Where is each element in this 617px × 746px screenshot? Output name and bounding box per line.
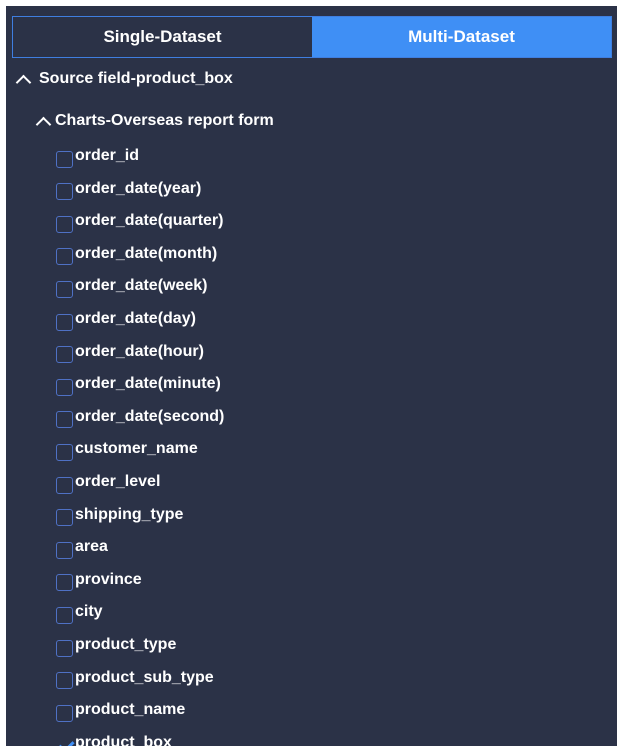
field-checkbox[interactable] bbox=[56, 639, 73, 657]
field-item[interactable]: order_date(year) bbox=[56, 176, 201, 202]
field-checkbox[interactable] bbox=[56, 378, 73, 396]
field-checkbox[interactable] bbox=[56, 313, 73, 331]
field-item[interactable]: shipping_type bbox=[56, 502, 183, 528]
field-label: order_date(year) bbox=[75, 179, 202, 197]
field-label: order_date(day) bbox=[75, 310, 196, 327]
field-item[interactable]: order_date(month) bbox=[56, 241, 217, 267]
field-checkbox[interactable] bbox=[56, 672, 73, 690]
field-label: order_date(month) bbox=[75, 244, 218, 262]
field-item[interactable]: order_id bbox=[56, 143, 139, 169]
field-item[interactable]: order_date(day) bbox=[56, 306, 196, 332]
field-item[interactable]: city bbox=[56, 599, 103, 625]
field-checkbox[interactable] bbox=[56, 280, 73, 298]
tree-group-charts[interactable]: Charts-Overseas report form bbox=[35, 112, 274, 132]
field-label: order_level bbox=[75, 473, 161, 490]
field-item[interactable]: area bbox=[56, 534, 108, 560]
field-checkbox[interactable] bbox=[56, 346, 73, 364]
tree-group-label: Charts-Overseas report form bbox=[55, 112, 274, 129]
tab-single-dataset[interactable]: Single-Dataset bbox=[13, 17, 312, 57]
tab-multi-dataset[interactable]: Multi-Dataset bbox=[312, 17, 611, 57]
field-item[interactable]: order_date(minute) bbox=[56, 371, 221, 397]
field-checkbox[interactable] bbox=[56, 443, 73, 461]
field-checkbox[interactable] bbox=[56, 606, 73, 624]
field-checkbox[interactable] bbox=[56, 541, 73, 559]
field-checkbox[interactable] bbox=[56, 737, 73, 746]
field-checkbox[interactable] bbox=[56, 574, 73, 592]
field-item[interactable]: order_date(quarter) bbox=[56, 208, 223, 234]
field-item[interactable]: product_type bbox=[56, 632, 176, 658]
field-label: area bbox=[75, 538, 108, 556]
field-label: order_date(hour) bbox=[75, 342, 204, 360]
field-label: customer_name bbox=[75, 440, 198, 458]
field-checkbox[interactable] bbox=[56, 150, 73, 168]
chevron-up-icon[interactable] bbox=[35, 116, 52, 132]
field-item[interactable]: product_box bbox=[56, 730, 172, 746]
field-item[interactable]: customer_name bbox=[56, 436, 198, 462]
field-label: order_date(quarter) bbox=[75, 212, 224, 230]
field-selector-panel: Single-Dataset Multi-Dataset Source fiel… bbox=[6, 6, 617, 746]
field-label: product_name bbox=[75, 701, 186, 719]
field-item[interactable]: province bbox=[56, 567, 142, 593]
field-label: order_date(week) bbox=[75, 277, 208, 295]
field-label: product_sub_type bbox=[75, 668, 214, 686]
field-label: shipping_type bbox=[75, 505, 184, 523]
field-checkbox[interactable] bbox=[56, 704, 73, 722]
field-checkbox[interactable] bbox=[56, 248, 73, 266]
field-label: province bbox=[75, 570, 142, 588]
field-item[interactable]: order_date(hour) bbox=[56, 339, 204, 365]
field-checkbox[interactable] bbox=[56, 509, 73, 527]
field-item[interactable]: product_sub_type bbox=[56, 665, 214, 691]
field-checkbox[interactable] bbox=[56, 215, 73, 233]
tree-root-label: Source field-product_box bbox=[39, 70, 233, 87]
field-item[interactable]: order_date(second) bbox=[56, 404, 224, 430]
field-label: order_date(minute) bbox=[75, 375, 221, 393]
field-label: city bbox=[75, 603, 103, 621]
field-item[interactable]: order_level bbox=[56, 469, 160, 495]
field-checkbox[interactable] bbox=[56, 476, 73, 494]
field-label: product_box bbox=[75, 733, 172, 746]
tree-root-source-field[interactable]: Source field-product_box bbox=[15, 70, 233, 90]
chevron-up-icon[interactable] bbox=[15, 74, 32, 90]
field-label: product_type bbox=[75, 636, 177, 653]
field-checkbox[interactable] bbox=[56, 183, 73, 201]
field-item[interactable]: product_name bbox=[56, 697, 185, 723]
field-label: order_date(second) bbox=[75, 407, 225, 425]
field-checkbox[interactable] bbox=[56, 411, 73, 429]
dataset-tabs: Single-Dataset Multi-Dataset bbox=[12, 16, 612, 58]
field-item[interactable]: order_date(week) bbox=[56, 273, 208, 299]
field-label: order_id bbox=[75, 147, 140, 164]
